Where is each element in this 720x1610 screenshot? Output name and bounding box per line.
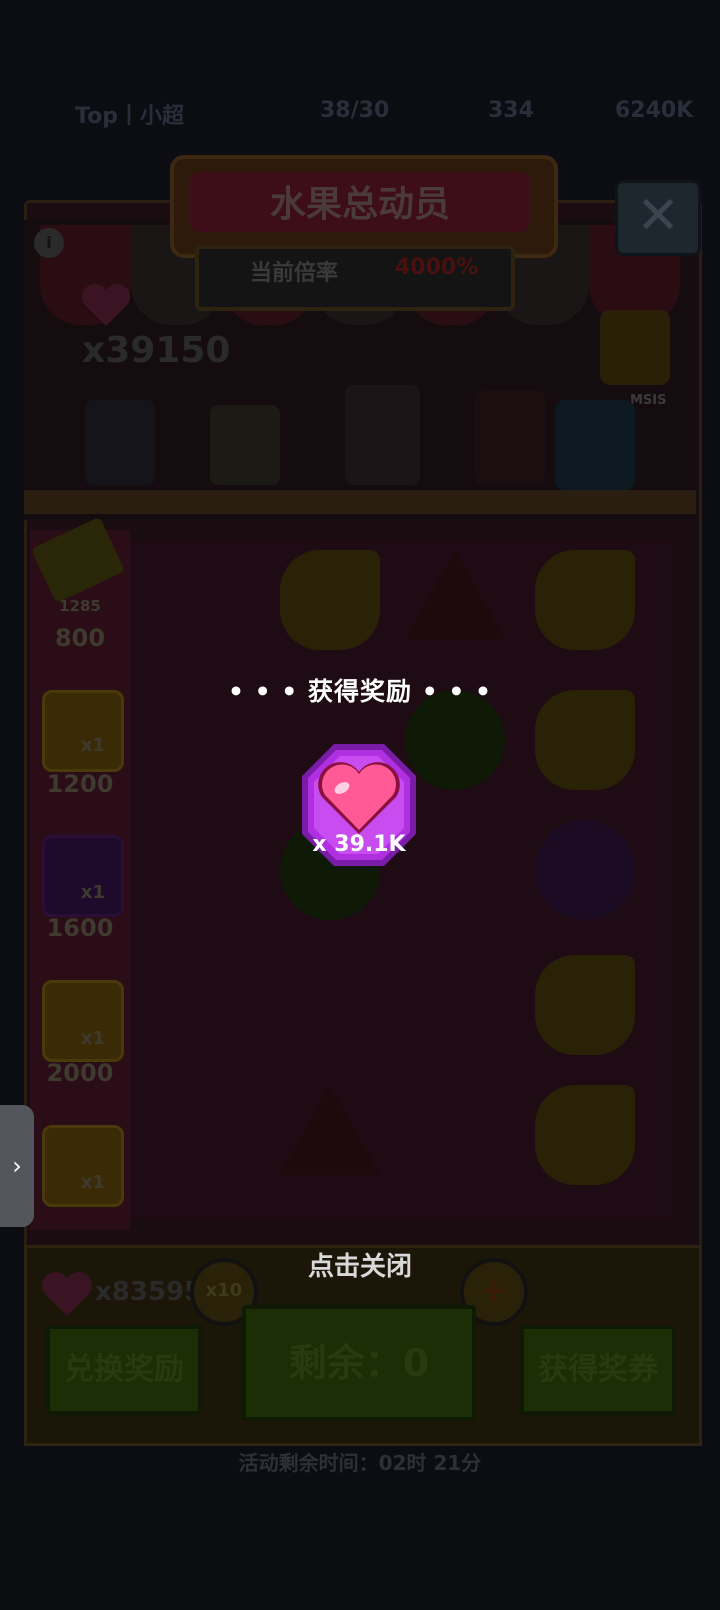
grape-icon [535, 820, 635, 920]
ticket-count: 1285 [59, 597, 101, 615]
banana-icon [535, 550, 635, 650]
character-1 [85, 400, 155, 485]
stat-coins: 6240K [615, 98, 694, 123]
close-button[interactable]: ✕ [615, 180, 701, 256]
heart-icon [81, 283, 131, 326]
stat-gems: 334 [488, 98, 534, 123]
tier-mult-5: x1 [80, 1172, 106, 1193]
exchange-reward-button[interactable]: 兑换奖励 [46, 1325, 202, 1415]
tier-value-2: 1200 [46, 770, 114, 798]
counter-shelf [24, 490, 696, 514]
chevron-right-icon: › [12, 1152, 22, 1180]
banana-icon [535, 1085, 635, 1185]
stat-energy: 38/30 [320, 98, 390, 123]
npc-avatar[interactable] [600, 310, 670, 385]
tier-chest-4[interactable] [42, 980, 124, 1062]
tier-value-1: 800 [54, 624, 106, 652]
npc-label: MSIS [630, 393, 667, 408]
heart-count: x39150 [82, 330, 231, 371]
get-ticket-button[interactable]: 获得奖券 [520, 1325, 676, 1415]
side-expand-tab[interactable]: › [0, 1105, 34, 1227]
banana-icon [280, 550, 380, 650]
character-4 [475, 390, 545, 485]
event-title: 水果总动员 [269, 184, 450, 225]
character-3 [345, 385, 420, 485]
info-icon[interactable]: i [34, 228, 64, 258]
rate-label: 当前倍率 [250, 261, 339, 286]
tier-chest-5[interactable] [42, 1125, 124, 1207]
tier-mult-4: x1 [80, 1028, 106, 1049]
spin-button[interactable]: 剩余：0 [242, 1305, 476, 1421]
tier-mult-3: x1 [80, 882, 106, 903]
player-name: Top丨小超 [75, 104, 184, 129]
event-timer: 活动剩余时间：02时 21分 [238, 1451, 482, 1475]
scale-icon [555, 400, 635, 490]
tier-mult-2: x1 [80, 735, 106, 756]
character-2 [210, 405, 280, 485]
reward-title: • • • 获得奖励 • • • [227, 677, 493, 706]
tap-to-close-hint[interactable]: 点击关闭 [0, 1246, 720, 1283]
tier-chest-3[interactable] [42, 835, 124, 917]
reward-quantity: x 39.1K [312, 832, 406, 857]
banana-icon [535, 955, 635, 1055]
bottom-navigation [0, 1480, 720, 1610]
tier-value-3: 1600 [46, 914, 114, 942]
tier-value-4: 2000 [46, 1059, 114, 1087]
rate-value: 4000% [395, 255, 479, 280]
